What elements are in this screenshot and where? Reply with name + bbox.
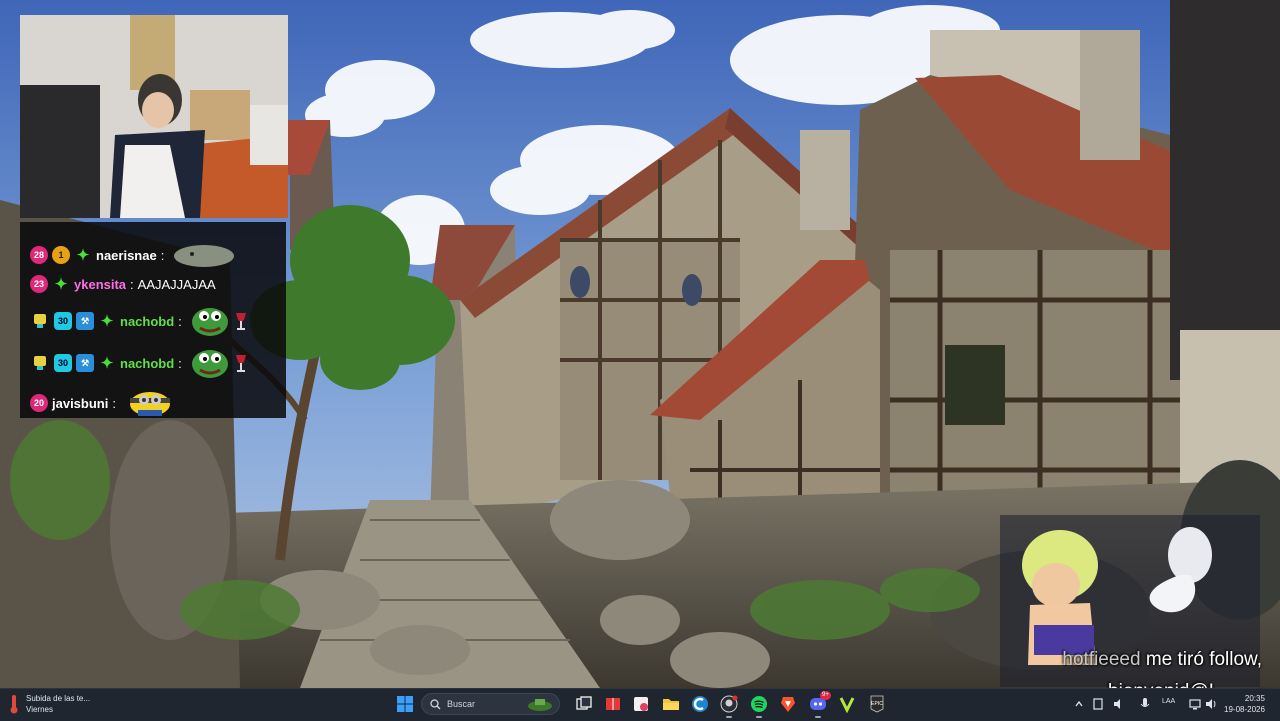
chat-username: ykensita (74, 276, 127, 292)
veed-app-icon[interactable] (838, 695, 856, 713)
taskbar-search-box[interactable]: Buscar (421, 693, 560, 715)
clock-date: 19-08-2026 (1224, 705, 1265, 714)
audio-settings-icon[interactable] (1112, 697, 1124, 711)
weather-headline: Subida de las te... (26, 694, 91, 703)
gift-badge-icon: 1 (52, 246, 70, 264)
chat-username: nachobd (120, 313, 175, 329)
chat-username: naerisnae (96, 247, 157, 263)
chat-separator: : (178, 313, 182, 329)
star-badge-icon: ✦ (76, 247, 90, 264)
tenure-badge-icon: 30 (54, 354, 72, 372)
spotify-icon[interactable] (750, 695, 768, 713)
follow-alert-message: me tiró follow, (1145, 649, 1262, 670)
star-badge-icon: ✦ (100, 355, 114, 372)
clock-time: 20:35 (1244, 694, 1265, 703)
weather-day: Viernes (26, 705, 53, 714)
sub-badge-icon: 28 (30, 246, 48, 264)
search-highlight-icon (528, 699, 552, 711)
search-placeholder: Buscar (447, 699, 476, 709)
weather-widget[interactable]: Subida de las te... Viernes (8, 693, 90, 715)
chat-username: javisbuni (52, 395, 109, 411)
windows-start-icon[interactable] (396, 695, 414, 713)
chat-separator: : (112, 395, 116, 411)
ccleaner-icon[interactable] (691, 695, 709, 713)
cup-badge-icon (34, 356, 46, 370)
wine-glass-icon (235, 313, 246, 330)
chat-message: 30 ⚒ ✦ nachobd: (30, 308, 248, 336)
book-app-icon[interactable] (604, 695, 622, 713)
thermometer-icon (10, 695, 18, 714)
frog-emote-icon (191, 350, 228, 378)
chat-message: 28 1 ✦ naerisnae: (30, 242, 236, 268)
chat-text: AAJAJJAJAA (137, 276, 216, 292)
minion-emote-icon (129, 392, 170, 416)
cup-badge-icon (34, 314, 46, 328)
brave-browser-icon[interactable] (779, 695, 797, 713)
chat-separator: : (160, 247, 165, 263)
chat-overlay: 28 1 ✦ naerisnae: 23 ✦ ykensita: AAJAJJA… (20, 222, 286, 418)
rock-emote-icon (174, 245, 235, 267)
webcam-overlay (20, 15, 288, 218)
svg-text:EPIC: EPIC (871, 701, 883, 707)
chat-username: nachobd (120, 355, 175, 371)
chat-separator: : (178, 355, 182, 371)
active-app-indicator (815, 716, 821, 718)
follow-alert-line1: hotfieeed me tiró follow, (1000, 644, 1262, 676)
epic-games-icon[interactable]: EPIC (868, 695, 886, 713)
wine-glass-icon (235, 355, 246, 372)
keyboard-language[interactable]: LAA (1162, 698, 1175, 705)
sub-badge-icon: 23 (30, 275, 48, 293)
tenure-badge-icon: 30 (54, 312, 72, 330)
moderator-badge-icon: ⚒ (76, 312, 94, 330)
active-app-indicator (726, 716, 732, 718)
volume-icon[interactable] (1204, 697, 1218, 711)
chat-message: 20 javisbuni: (30, 390, 176, 416)
task-view-icon[interactable] (575, 695, 593, 713)
chevron-up-icon[interactable] (1074, 699, 1084, 709)
network-icon[interactable] (1188, 697, 1202, 711)
file-explorer-icon[interactable] (662, 695, 680, 713)
chat-separator: : (130, 276, 134, 292)
chat-message: 30 ⚒ ✦ nachobd: (30, 350, 248, 378)
follow-alert-username: hotfieeed (1062, 649, 1141, 670)
moderator-badge-icon: ⚒ (76, 354, 94, 372)
active-app-indicator (756, 716, 762, 718)
microphone-icon[interactable] (1140, 697, 1150, 711)
chat-message: 23 ✦ ykensita: AAJAJJAJAA (30, 271, 216, 297)
frog-emote-icon (191, 308, 228, 336)
taskbar-clock[interactable]: 20:35 19-08-2026 (1224, 693, 1265, 715)
discord-notification-badge: 9+ (820, 691, 831, 700)
star-badge-icon: ✦ (54, 276, 68, 293)
github-icon[interactable] (720, 695, 738, 713)
search-icon (430, 698, 441, 709)
snipping-tool-icon[interactable] (632, 695, 650, 713)
tray-app-icon[interactable] (1092, 697, 1104, 711)
star-badge-icon: ✦ (100, 313, 114, 330)
sub-badge-icon: 20 (30, 394, 48, 412)
